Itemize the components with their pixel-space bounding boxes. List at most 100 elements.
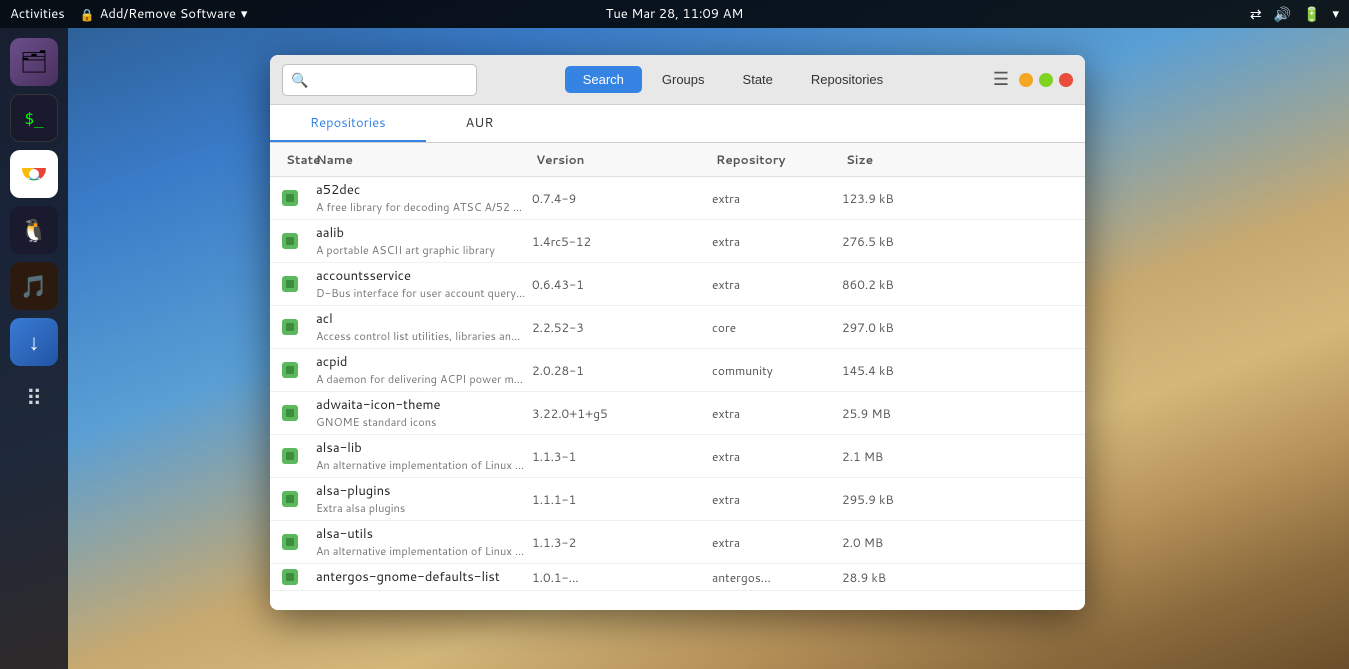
search-icon: 🔍 bbox=[291, 70, 308, 90]
subtab-aur[interactable]: AUR bbox=[426, 106, 534, 142]
pkg-desc: Extra alsa plugins bbox=[316, 500, 526, 516]
subtab-repositories[interactable]: Repositories bbox=[270, 106, 426, 142]
pkg-repo: community bbox=[712, 362, 842, 379]
pkg-version: 2.2.52-3 bbox=[532, 319, 712, 336]
pkg-version: 3.22.0+1+g5 bbox=[532, 405, 712, 422]
pkg-size: 145.4 kB bbox=[842, 362, 962, 379]
pkg-version: 0.7.4-9 bbox=[532, 190, 712, 207]
tab-state[interactable]: State bbox=[725, 66, 791, 93]
pkg-repo: extra bbox=[712, 405, 842, 422]
pkg-name: acl bbox=[316, 310, 532, 328]
table-row[interactable]: aalib A portable ASCII art graphic libra… bbox=[270, 220, 1085, 263]
pkg-name: a52dec bbox=[316, 181, 532, 199]
table-row[interactable]: adwaita-icon-theme GNOME standard icons … bbox=[270, 392, 1085, 435]
toot-icon: 🐧 bbox=[20, 215, 47, 246]
pkg-version: 1.1.3-2 bbox=[532, 534, 712, 551]
pkg-installed-icon bbox=[282, 190, 298, 206]
header-repository: Repository bbox=[712, 149, 842, 170]
pkg-version: 2.0.28-1 bbox=[532, 362, 712, 379]
table-row[interactable]: alsa-plugins Extra alsa plugins 1.1.1-1 … bbox=[270, 478, 1085, 521]
close-button[interactable] bbox=[1059, 73, 1073, 87]
sidebar: 🗂 $_ 🐧 🎵 ↓ ⠿ bbox=[0, 28, 68, 669]
pkg-name: aalib bbox=[316, 224, 532, 242]
volume-icon: 🔊 bbox=[1274, 4, 1291, 24]
search-input[interactable] bbox=[313, 72, 468, 87]
music-icon: 🎵 bbox=[20, 271, 47, 302]
network-icon: ⇄ bbox=[1250, 4, 1262, 24]
pkg-name-col: adwaita-icon-theme GNOME standard icons bbox=[312, 396, 532, 430]
table-row[interactable]: alsa-utils An alternative implementation… bbox=[270, 521, 1085, 564]
table-row[interactable]: antergos-gnome-defaults-list 1.0.1-... a… bbox=[270, 564, 1085, 591]
pkg-version: 1.1.1-1 bbox=[532, 491, 712, 508]
menu-button[interactable]: ☰ bbox=[989, 65, 1013, 94]
pkg-name-col: acl Access control list utilities, libra… bbox=[312, 310, 532, 344]
pkg-state-cell bbox=[282, 276, 312, 292]
header-size: Size bbox=[842, 149, 962, 170]
pkg-name-col: aalib A portable ASCII art graphic libra… bbox=[312, 224, 532, 258]
pkg-state-cell bbox=[282, 448, 312, 464]
pkg-size: 2.0 MB bbox=[842, 534, 962, 551]
terminal-icon: $_ bbox=[24, 109, 43, 128]
pkg-installed-icon bbox=[282, 233, 298, 249]
sidebar-item-apps[interactable]: ⠿ bbox=[10, 374, 58, 422]
pkg-repo: extra bbox=[712, 190, 842, 207]
pkg-state-cell bbox=[282, 319, 312, 335]
pkg-name: alsa-lib bbox=[316, 439, 532, 457]
files-icon: 🗂 bbox=[20, 51, 48, 73]
pkg-state-cell bbox=[282, 233, 312, 249]
search-box[interactable]: 🔍 bbox=[282, 64, 477, 96]
table-row[interactable]: acl Access control list utilities, libra… bbox=[270, 306, 1085, 349]
maximize-button[interactable] bbox=[1039, 73, 1053, 87]
sub-tabs: Repositories AUR bbox=[270, 105, 1085, 143]
sidebar-item-terminal[interactable]: $_ bbox=[10, 94, 58, 142]
table-row[interactable]: acpid A daemon for delivering ACPI power… bbox=[270, 349, 1085, 392]
tab-search[interactable]: Search bbox=[565, 66, 642, 93]
pkg-desc: A daemon for delivering ACPI power manag bbox=[316, 371, 526, 387]
package-list: State Name Version Repository Size a52de… bbox=[270, 143, 1085, 610]
pkg-installed-icon bbox=[282, 491, 298, 507]
pkg-repo: core bbox=[712, 319, 842, 336]
pkg-size: 297.0 kB bbox=[842, 319, 962, 336]
pkg-state-cell bbox=[282, 405, 312, 421]
header-name: Name bbox=[312, 149, 532, 170]
table-row[interactable]: alsa-lib An alternative implementation o… bbox=[270, 435, 1085, 478]
desktop: Activities 🔒 Add/Remove Software ▾ Tue M… bbox=[0, 0, 1349, 669]
table-row[interactable]: accountsservice D-Bus interface for user… bbox=[270, 263, 1085, 306]
pkg-size: 295.9 kB bbox=[842, 491, 962, 508]
sidebar-item-chrome[interactable] bbox=[10, 150, 58, 198]
sidebar-item-music[interactable]: 🎵 bbox=[10, 262, 58, 310]
window-controls: ☰ bbox=[989, 65, 1073, 94]
pkg-repo: extra bbox=[712, 448, 842, 465]
pkg-size: 276.5 kB bbox=[842, 233, 962, 250]
pkg-desc: Access control list utilities, libraries… bbox=[316, 328, 526, 344]
apps-icon: ⠿ bbox=[26, 383, 42, 414]
tab-repositories[interactable]: Repositories bbox=[793, 66, 901, 93]
lock-icon: 🔒 bbox=[80, 6, 95, 23]
pkg-size: 28.9 kB bbox=[842, 569, 962, 586]
pkg-desc: A portable ASCII art graphic library bbox=[316, 242, 526, 258]
sidebar-item-downloader[interactable]: ↓ bbox=[10, 318, 58, 366]
sidebar-item-toot[interactable]: 🐧 bbox=[10, 206, 58, 254]
datetime-label: Tue Mar 28, 11:09 AM bbox=[606, 5, 744, 23]
downloader-icon: ↓ bbox=[29, 327, 40, 358]
pkg-version: 1.4rc5-12 bbox=[532, 233, 712, 250]
table-row[interactable]: a52dec A free library for decoding ATSC … bbox=[270, 177, 1085, 220]
pkg-state-cell bbox=[282, 491, 312, 507]
pkg-version: 1.1.3-1 bbox=[532, 448, 712, 465]
app-menu[interactable]: 🔒 Add/Remove Software ▾ bbox=[80, 5, 248, 23]
window-toolbar: 🔍 Search Groups State Repositories ☰ bbox=[270, 55, 1085, 105]
pkg-desc: D-Bus interface for user account query a… bbox=[316, 285, 526, 301]
sidebar-item-files[interactable]: 🗂 bbox=[10, 38, 58, 86]
minimize-button[interactable] bbox=[1019, 73, 1033, 87]
pkg-size: 860.2 kB bbox=[842, 276, 962, 293]
pkg-name-col: antergos-gnome-defaults-list bbox=[312, 568, 532, 586]
tab-groups[interactable]: Groups bbox=[644, 66, 723, 93]
pkg-size: 123.9 kB bbox=[842, 190, 962, 207]
pkg-size: 2.1 MB bbox=[842, 448, 962, 465]
nav-tabs: Search Groups State Repositories bbox=[485, 66, 981, 93]
system-dropdown-icon: ▾ bbox=[1332, 5, 1339, 23]
pkg-state-cell bbox=[282, 362, 312, 378]
pkg-installed-icon bbox=[282, 569, 298, 585]
activities-button[interactable]: Activities bbox=[10, 5, 65, 23]
chrome-icon bbox=[20, 160, 48, 188]
